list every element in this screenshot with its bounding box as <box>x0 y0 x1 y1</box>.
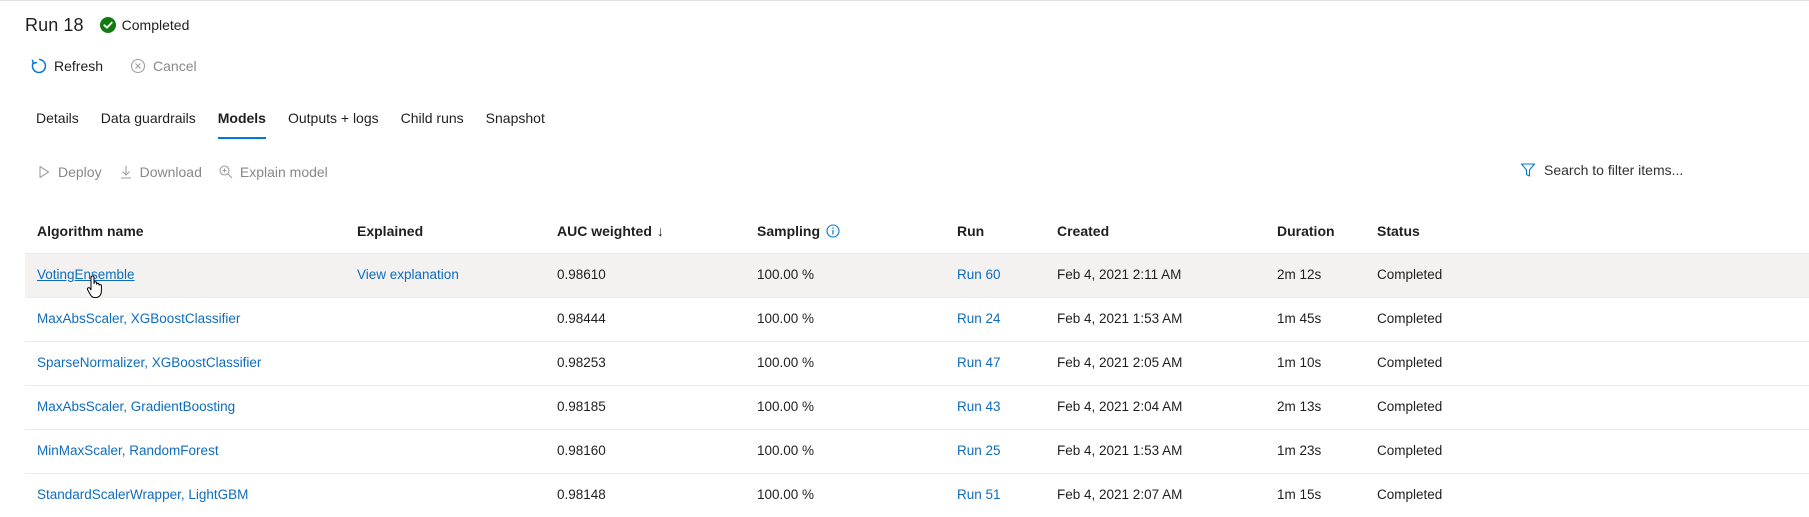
algorithm-link[interactable]: MaxAbsScaler, GradientBoosting <box>37 399 235 414</box>
explain-model-button[interactable]: Explain model <box>218 164 328 180</box>
tab-bar: Details Data guardrails Models Outputs +… <box>36 108 567 142</box>
view-explanation-link[interactable]: View explanation <box>357 267 459 282</box>
created-value: Feb 4, 2021 1:53 AM <box>1057 311 1183 326</box>
cancel-button[interactable]: Cancel <box>129 57 197 75</box>
status-value: Completed <box>1377 355 1443 370</box>
auc-value: 0.98253 <box>557 355 606 370</box>
tab-outputs-logs[interactable]: Outputs + logs <box>288 108 379 142</box>
sampling-value: 100.00 % <box>757 311 815 326</box>
auc-value: 0.98610 <box>557 267 606 282</box>
info-icon[interactable] <box>826 224 840 238</box>
duration-value: 2m 13s <box>1277 399 1322 414</box>
duration-value: 1m 23s <box>1277 443 1322 458</box>
search-filter[interactable]: Search to filter items... <box>1520 159 1683 181</box>
table-row[interactable]: MaxAbsScaler, GradientBoosting 0.98185 1… <box>25 385 1809 429</box>
status-value: Completed <box>1377 311 1443 326</box>
sampling-value: 100.00 % <box>757 487 815 502</box>
status-value: Completed <box>1377 267 1443 282</box>
created-value: Feb 4, 2021 2:11 AM <box>1057 267 1182 282</box>
tab-data-guardrails[interactable]: Data guardrails <box>101 108 196 142</box>
table-row[interactable]: MaxAbsScaler, XGBoostClassifier 0.98444 … <box>25 297 1809 341</box>
top-divider <box>0 0 1809 1</box>
models-toolbar: Deploy Download Explain model <box>36 161 344 183</box>
status-text: Completed <box>121 17 190 33</box>
cancel-icon <box>129 57 147 75</box>
cancel-label: Cancel <box>153 58 197 74</box>
table-row[interactable]: SparseNormalizer, XGBoostClassifier 0.98… <box>25 341 1809 385</box>
duration-value: 1m 45s <box>1277 311 1322 326</box>
check-circle-icon <box>99 17 116 33</box>
run-link[interactable]: Run 43 <box>957 399 1001 414</box>
status-value: Completed <box>1377 399 1443 414</box>
refresh-label: Refresh <box>54 58 104 74</box>
created-value: Feb 4, 2021 2:05 AM <box>1057 355 1183 370</box>
algorithm-link[interactable]: MaxAbsScaler, XGBoostClassifier <box>37 311 240 326</box>
sampling-value: 100.00 % <box>757 399 815 414</box>
refresh-button[interactable]: Refresh <box>30 57 103 75</box>
col-algorithm-name[interactable]: Algorithm name <box>37 223 144 239</box>
search-placeholder: Search to filter items... <box>1544 162 1684 178</box>
explain-label: Explain model <box>239 164 328 180</box>
explain-icon <box>218 164 234 180</box>
algorithm-link[interactable]: MinMaxScaler, RandomForest <box>37 443 219 458</box>
algorithm-link[interactable]: StandardScalerWrapper, LightGBM <box>37 487 248 502</box>
sampling-value: 100.00 % <box>757 267 815 282</box>
table-row[interactable]: StandardScalerWrapper, LightGBM 0.98148 … <box>25 473 1809 517</box>
col-created[interactable]: Created <box>1057 223 1109 239</box>
download-icon <box>118 164 134 180</box>
col-run[interactable]: Run <box>957 223 984 239</box>
tab-details[interactable]: Details <box>36 108 79 142</box>
sampling-value: 100.00 % <box>757 443 815 458</box>
command-bar: Refresh Cancel <box>30 55 223 77</box>
col-duration[interactable]: Duration <box>1277 223 1335 239</box>
algorithm-link[interactable]: SparseNormalizer, XGBoostClassifier <box>37 355 261 370</box>
auc-value: 0.98444 <box>557 311 606 326</box>
run-link[interactable]: Run 60 <box>957 267 1001 282</box>
auc-value: 0.98148 <box>557 487 606 502</box>
page-title: Run 18 <box>25 14 84 35</box>
duration-value: 1m 10s <box>1277 355 1322 370</box>
status-value: Completed <box>1377 443 1443 458</box>
models-table: Algorithm name Explained AUC weighted ↓ S… <box>25 213 1809 517</box>
download-label: Download <box>139 164 202 180</box>
deploy-icon <box>36 164 52 180</box>
col-auc-weighted[interactable]: AUC weighted ↓ <box>557 223 664 239</box>
table-row[interactable]: MinMaxScaler, RandomForest 0.98160 100.0… <box>25 429 1809 473</box>
run-link[interactable]: Run 24 <box>957 311 1001 326</box>
sampling-value: 100.00 % <box>757 355 815 370</box>
run-header: Run 18 Completed <box>25 13 189 37</box>
created-value: Feb 4, 2021 1:53 AM <box>1057 443 1183 458</box>
tab-snapshot[interactable]: Snapshot <box>486 108 545 142</box>
duration-value: 1m 15s <box>1277 487 1322 502</box>
col-explained[interactable]: Explained <box>357 223 423 239</box>
deploy-label: Deploy <box>58 164 102 180</box>
run-link[interactable]: Run 47 <box>957 355 1001 370</box>
auc-value: 0.98160 <box>557 443 606 458</box>
refresh-icon <box>30 57 48 75</box>
download-button[interactable]: Download <box>118 164 202 180</box>
status-value: Completed <box>1377 487 1443 502</box>
deploy-button[interactable]: Deploy <box>36 164 102 180</box>
run-link[interactable]: Run 51 <box>957 487 1001 502</box>
col-sampling[interactable]: Sampling <box>757 223 840 239</box>
sort-descending-icon: ↓ <box>656 223 664 239</box>
table-header: Algorithm name Explained AUC weighted ↓ S… <box>25 213 1809 253</box>
table-row[interactable]: VotingEnsemble View explanation 0.98610 … <box>25 253 1809 297</box>
hand-cursor-icon <box>86 275 104 299</box>
created-value: Feb 4, 2021 2:04 AM <box>1057 399 1183 414</box>
status-badge: Completed <box>99 17 190 33</box>
run-link[interactable]: Run 25 <box>957 443 1001 458</box>
tab-child-runs[interactable]: Child runs <box>401 108 464 142</box>
duration-value: 2m 12s <box>1277 267 1322 282</box>
filter-icon <box>1520 162 1536 178</box>
col-status[interactable]: Status <box>1377 223 1420 239</box>
tab-models[interactable]: Models <box>217 108 267 142</box>
created-value: Feb 4, 2021 2:07 AM <box>1057 487 1183 502</box>
auc-value: 0.98185 <box>557 399 606 414</box>
